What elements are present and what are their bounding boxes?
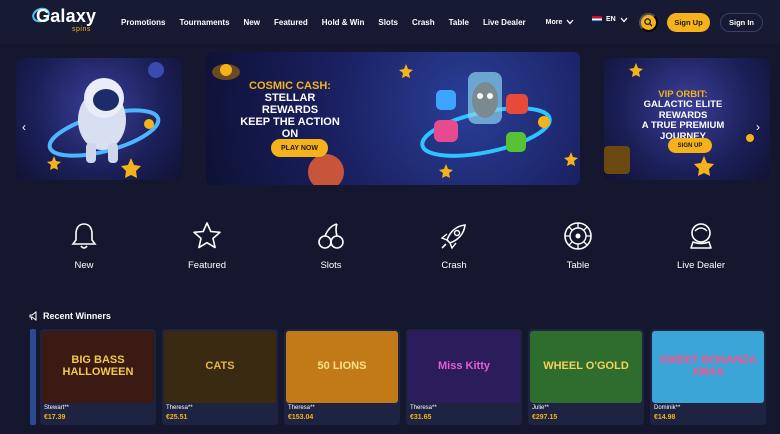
winner-name: Theresa**	[288, 405, 315, 411]
category-live-dealer[interactable]: Live Dealer	[661, 220, 741, 271]
vip-sign-up-button[interactable]: SIGN UP	[668, 138, 712, 153]
play-now-button[interactable]: PLAY NOW	[271, 139, 328, 157]
winner-card[interactable]: Miss Kitty Theresa** €31.65	[406, 329, 522, 425]
language-label: EN	[606, 16, 616, 23]
sign-up-button[interactable]: Sign Up	[667, 13, 710, 32]
nav-hold-and-win[interactable]: Hold & Win	[322, 18, 365, 27]
category-label: Table	[566, 260, 590, 271]
uk-flag-icon	[592, 16, 602, 23]
winner-name: Theresa**	[166, 405, 193, 411]
category-label: Featured	[187, 260, 227, 271]
category-slots[interactable]: Slots	[291, 220, 371, 271]
cherries-icon	[318, 223, 344, 249]
rocket-icon	[440, 224, 466, 250]
winner-amount: €17.39	[44, 414, 66, 421]
winner-amount: €297.15	[532, 414, 558, 421]
winner-card[interactable]: WHEEL O'GOLD Julie** €297.15	[528, 329, 644, 425]
game-thumbnail: BIG BASS HALLOWEEN	[42, 331, 154, 403]
carousel-next-arrow-icon[interactable]: ›	[756, 120, 760, 134]
chevron-down-icon	[620, 17, 628, 22]
category-table[interactable]: Table	[538, 220, 618, 271]
category-label: Live Dealer	[676, 260, 726, 271]
category-label: Crash	[441, 260, 467, 271]
nav-new[interactable]: New	[244, 18, 260, 27]
astronaut-illustration	[47, 62, 164, 178]
winner-card[interactable]: SWEET BONANZA XMAS Dominik** €14.98	[650, 329, 766, 425]
chevron-down-icon	[566, 19, 574, 25]
megaphone-icon	[29, 311, 37, 321]
category-label: Slots	[320, 260, 342, 271]
sign-in-button[interactable]: Sign In	[720, 13, 763, 32]
winner-amount: €25.51	[166, 414, 188, 421]
category-row: New Featured Slots Crash Table Live Deal…	[0, 220, 780, 280]
bell-icon	[71, 223, 97, 249]
nav-table[interactable]: Table	[449, 18, 469, 27]
logo-main-text: Galaxy	[36, 6, 97, 26]
nav-live-dealer[interactable]: Live Dealer	[483, 18, 526, 27]
winner-amount: €31.65	[410, 414, 432, 421]
main-nav: Promotions Tournaments New Featured Hold…	[121, 0, 588, 44]
promo-carousel: ‹ COSMIC CASH: STELLAR REWARDS KEEP THE …	[0, 52, 780, 190]
recent-winners-title: Recent Winners	[43, 311, 111, 321]
star-icon	[193, 222, 221, 249]
top-header: Galaxy spins Promotions Tournaments New …	[0, 0, 780, 44]
category-featured[interactable]: Featured	[167, 220, 247, 271]
vip-orbit-title: VIP ORBIT: GALACTIC ELITE REWARDS A TRUE…	[641, 89, 725, 142]
game-thumbnail: CATS	[164, 331, 276, 403]
winner-name: Julie**	[532, 405, 550, 411]
nav-featured[interactable]: Featured	[274, 18, 308, 27]
search-button[interactable]	[639, 13, 658, 32]
category-crash[interactable]: Crash	[414, 220, 494, 271]
language-selector[interactable]: EN	[592, 16, 628, 23]
galaxy-spins-logo[interactable]: Galaxy spins	[28, 5, 98, 36]
nav-crash[interactable]: Crash	[412, 18, 435, 27]
recent-winners-list: BIG BASS HALLOWEEN Stewart** €17.39 CATS…	[30, 329, 780, 434]
nav-more[interactable]: More	[546, 19, 575, 26]
carousel-prev-arrow-icon[interactable]: ‹	[22, 120, 26, 134]
cosmic-cash-title: COSMIC CASH: STELLAR REWARDS KEEP THE AC…	[240, 80, 340, 141]
game-thumbnail: 50 LIONS	[286, 331, 398, 403]
nav-tournaments[interactable]: Tournaments	[179, 18, 229, 27]
category-new[interactable]: New	[44, 220, 124, 271]
promo-slide-main[interactable]: COSMIC CASH: STELLAR REWARDS KEEP THE AC…	[206, 52, 580, 185]
winner-card[interactable]: CATS Theresa** €25.51	[162, 329, 278, 425]
winner-card[interactable]: BIG BASS HALLOWEEN Stewart** €17.39	[40, 329, 156, 425]
promo-slide-left[interactable]: ‹	[16, 58, 182, 180]
dealer-icon	[690, 223, 712, 249]
winner-name: Stewart**	[44, 405, 70, 411]
recent-winners-heading: Recent Winners	[29, 311, 111, 321]
promo-slide-right[interactable]: VIP ORBIT: GALACTIC ELITE REWARDS A TRUE…	[604, 58, 770, 180]
logo-sub-text: spins	[72, 26, 91, 33]
category-label: New	[74, 260, 94, 271]
winner-card[interactable]: 50 LIONS Theresa** €153.04	[284, 329, 400, 425]
search-icon	[644, 18, 653, 27]
winner-amount: €153.04	[288, 414, 314, 421]
game-thumbnail: WHEEL O'GOLD	[530, 331, 642, 403]
nav-slots[interactable]: Slots	[378, 18, 398, 27]
nav-more-label: More	[545, 18, 563, 26]
game-thumbnail: Miss Kitty	[408, 331, 520, 403]
winner-name: Dominik**	[654, 405, 681, 411]
winner-amount: €14.98	[654, 414, 676, 421]
winner-name: Theresa**	[410, 405, 437, 411]
roulette-icon	[564, 222, 592, 250]
nav-promotions[interactable]: Promotions	[121, 18, 165, 27]
game-thumbnail: SWEET BONANZA XMAS	[652, 331, 764, 403]
